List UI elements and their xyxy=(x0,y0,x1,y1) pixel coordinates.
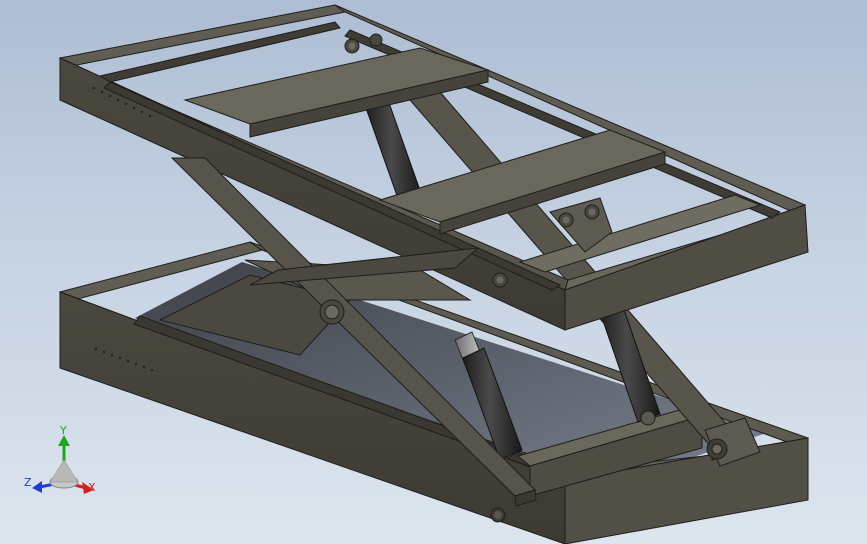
cad-graphics-viewport[interactable]: Y X Z xyxy=(0,0,867,544)
triad-x-label: X xyxy=(88,481,96,494)
top-bolt xyxy=(492,272,508,288)
triad-z-arrow-icon xyxy=(32,481,42,493)
triad-z-label: Z xyxy=(24,476,32,489)
center-pivot-pin xyxy=(319,299,345,325)
coordinate-triad[interactable]: Y X Z xyxy=(18,424,108,504)
scissor-lift-table-model[interactable] xyxy=(0,0,867,544)
triad-y-label: Y xyxy=(59,424,67,437)
